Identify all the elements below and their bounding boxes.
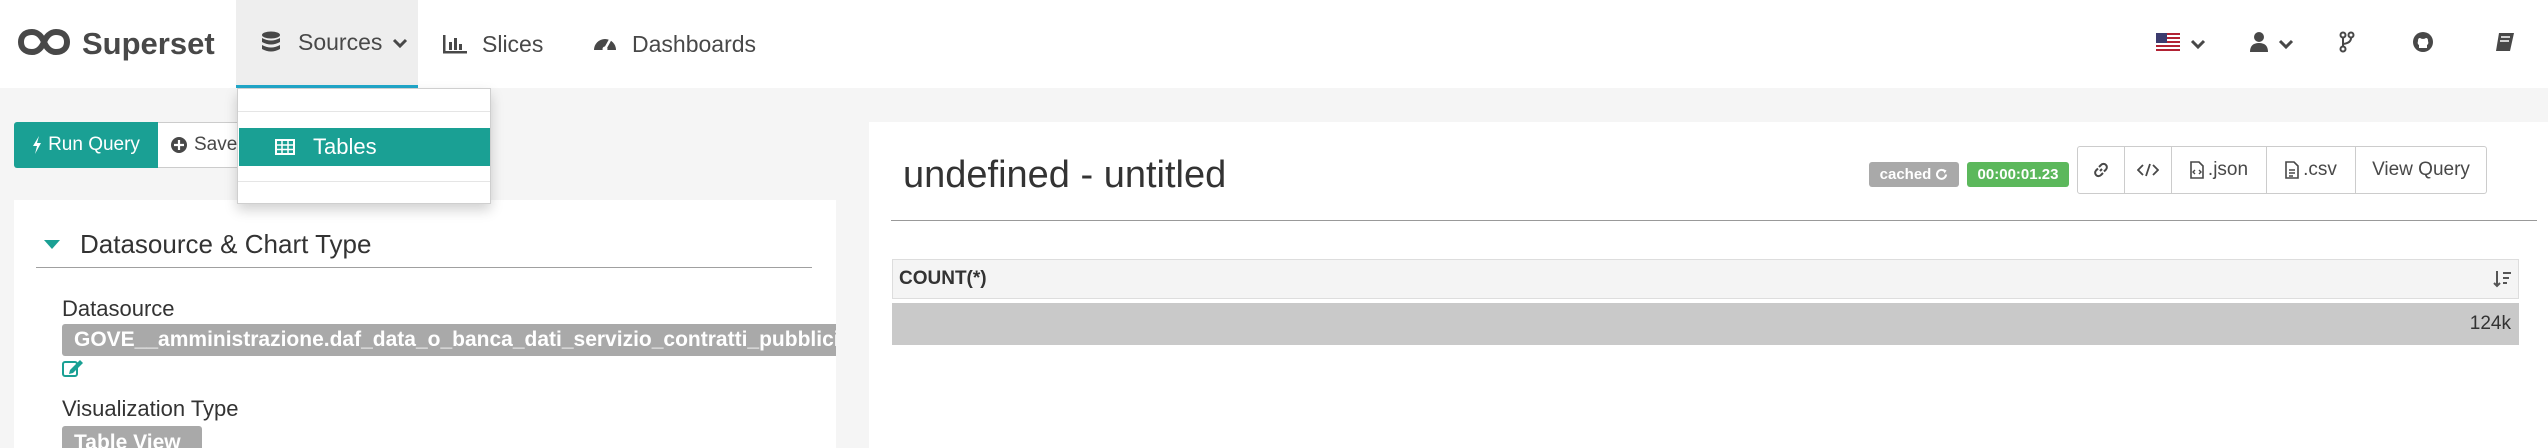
- version-link[interactable]: [2338, 0, 2356, 88]
- file-text-icon: [2285, 161, 2299, 179]
- json-label: .json: [2207, 159, 2249, 180]
- query-duration-badge: 00:00:01.23: [1967, 162, 2069, 187]
- dropdown-divider: [238, 111, 490, 112]
- nav-slices-label: Slices: [482, 30, 544, 57]
- code-fork-icon: [2338, 31, 2356, 58]
- github-link[interactable]: [2412, 0, 2434, 88]
- control-panel: Datasource & Chart Type Datasource GOVE_…: [14, 200, 836, 448]
- user-icon: [2250, 31, 2268, 58]
- chevron-down-icon: [2278, 38, 2294, 50]
- edit-datasource-icon[interactable]: [62, 358, 84, 383]
- language-menu[interactable]: [2156, 0, 2206, 88]
- bar-chart-icon: [442, 31, 468, 57]
- user-menu[interactable]: [2250, 0, 2294, 88]
- datasource-label: Datasource: [62, 296, 175, 321]
- documentation-link[interactable]: [2494, 0, 2516, 88]
- export-json-button[interactable]: .json: [2171, 146, 2267, 194]
- shorturl-button[interactable]: [2077, 146, 2125, 194]
- table-row: 124k: [892, 303, 2519, 345]
- dashboard-gauge-icon: [592, 31, 618, 57]
- infinity-icon: [17, 27, 71, 62]
- run-query-label: Run Query: [48, 134, 140, 155]
- top-navbar: Superset Sources Slices Dashboards: [0, 0, 2548, 88]
- table-cell: 124k: [2469, 313, 2511, 334]
- section-title: Datasource & Chart Type: [80, 229, 372, 259]
- plus-circle-icon: [170, 136, 188, 154]
- export-csv-button[interactable]: .csv: [2266, 146, 2356, 194]
- link-icon: [2092, 161, 2110, 179]
- sort-icon[interactable]: [2492, 269, 2512, 294]
- cached-label: cached: [1879, 166, 1932, 183]
- nav-dashboards-label: Dashboards: [632, 30, 757, 57]
- code-icon: [2137, 162, 2159, 178]
- view-query-button[interactable]: View Query: [2355, 146, 2487, 194]
- brand-name: Superset: [82, 26, 215, 61]
- refresh-icon: [1935, 168, 1948, 181]
- viz-type-label: Visualization Type: [62, 396, 239, 421]
- nav-dashboards[interactable]: Dashboards: [592, 0, 756, 88]
- slice-title: undefined - untitled: [903, 154, 1227, 196]
- dropdown-item-label: Tables: [313, 134, 377, 159]
- nav-slices[interactable]: Slices: [442, 0, 543, 88]
- sources-dropdown-menu: Tables: [237, 88, 491, 204]
- file-code-icon: [2190, 161, 2204, 179]
- bolt-icon: [32, 136, 42, 154]
- cached-badge[interactable]: cached: [1869, 162, 1959, 187]
- slice-header-divider: [891, 220, 2537, 221]
- chevron-down-icon: [392, 37, 408, 49]
- github-icon: [2412, 31, 2434, 58]
- save-label: Save: [194, 134, 238, 155]
- slice-actions: .json .csv View Query: [2077, 146, 2487, 194]
- table-icon: [275, 139, 295, 155]
- save-button[interactable]: Save: [158, 122, 248, 168]
- nav-sources[interactable]: Sources: [236, 0, 418, 88]
- book-icon: [2494, 31, 2516, 58]
- column-header-count[interactable]: COUNT(*): [899, 268, 987, 290]
- slice-container: undefined - untitled cached 00:00:01.23 …: [869, 122, 2548, 448]
- viz-type-value[interactable]: Table View: [62, 426, 202, 448]
- datasource-value: GOVE__amministrazione.daf_data_o_banca_d…: [62, 324, 836, 356]
- dropdown-item-tables[interactable]: Tables: [239, 128, 490, 166]
- caret-down-icon: [44, 240, 60, 249]
- dropdown-divider: [238, 181, 490, 182]
- run-query-button[interactable]: Run Query: [14, 122, 158, 168]
- csv-label: .csv: [2303, 159, 2337, 180]
- brand[interactable]: Superset: [17, 20, 215, 68]
- section-datasource-header[interactable]: Datasource & Chart Type: [36, 222, 812, 268]
- us-flag-icon: [2156, 32, 2180, 56]
- chevron-down-icon: [2190, 38, 2206, 50]
- nav-sources-label: Sources: [298, 29, 383, 55]
- embed-code-button[interactable]: [2124, 146, 2172, 194]
- database-icon: [258, 30, 284, 56]
- table-header: COUNT(*): [892, 259, 2519, 299]
